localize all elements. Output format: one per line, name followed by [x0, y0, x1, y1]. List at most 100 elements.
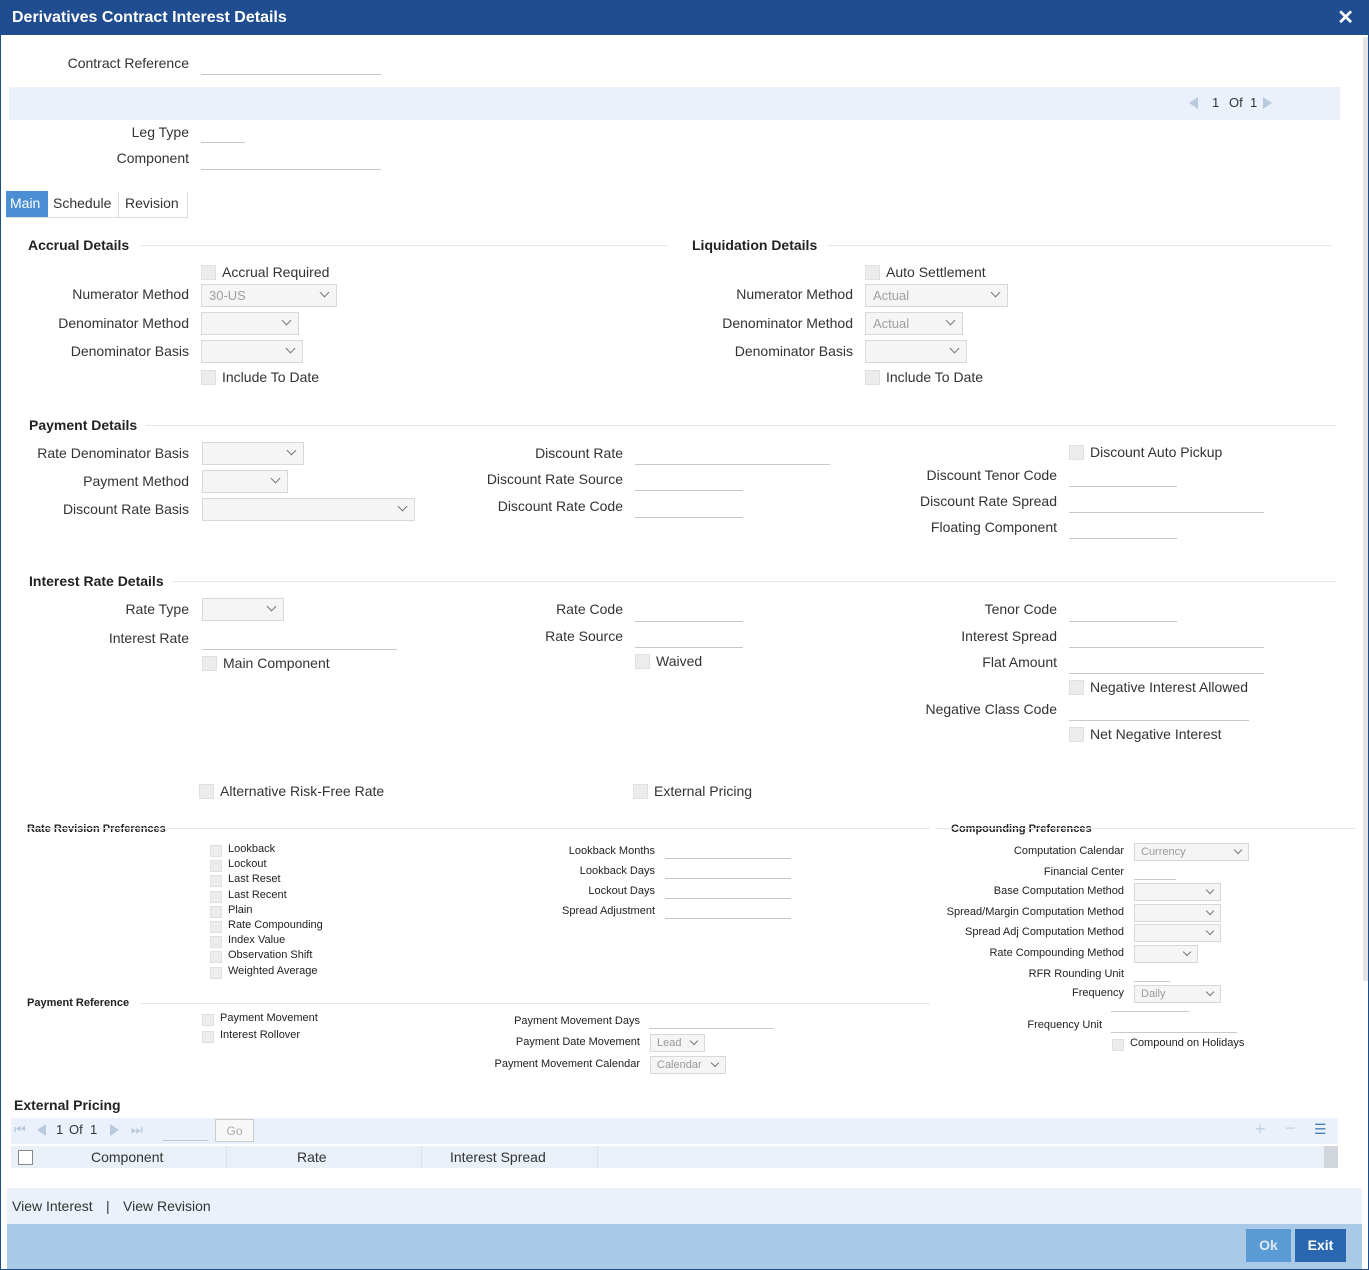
rfr-rounding-unit-input[interactable]: [1134, 981, 1170, 982]
lookback-checkbox[interactable]: [210, 845, 222, 857]
frequency-value-input[interactable]: [1111, 1011, 1189, 1012]
discount-rate-basis-select[interactable]: [202, 498, 415, 521]
plain-checkbox[interactable]: [210, 906, 222, 918]
payment-movement-days-input[interactable]: [649, 1028, 774, 1029]
column-list-icon[interactable]: ☰: [1314, 1121, 1327, 1138]
liquidation-denominator-method-select[interactable]: Actual: [865, 312, 963, 335]
negative-interest-allowed-checkbox[interactable]: [1069, 680, 1084, 695]
liquidation-denominator-basis-select[interactable]: [865, 340, 967, 363]
component-input[interactable]: [201, 169, 381, 170]
frequency-unit-input[interactable]: [1111, 1032, 1237, 1033]
vertical-scrollbar[interactable]: [1363, 37, 1368, 981]
interest-rollover-checkbox[interactable]: [202, 1031, 214, 1043]
ok-button[interactable]: Ok: [1246, 1229, 1291, 1262]
tab-main[interactable]: Main: [6, 191, 48, 217]
discount-auto-pickup-checkbox[interactable]: [1069, 445, 1084, 460]
compound-on-holidays-label: Compound on Holidays: [1130, 1037, 1245, 1049]
contract-reference-input[interactable]: [201, 74, 381, 75]
column-header-rate[interactable]: Rate: [297, 1149, 327, 1165]
go-button[interactable]: Go: [215, 1119, 254, 1142]
chevron-down-icon: [689, 1036, 699, 1046]
external-pricing-checkbox[interactable]: [633, 784, 648, 799]
rate-type-select[interactable]: [202, 598, 284, 621]
previous-page-icon[interactable]: [37, 1124, 46, 1136]
rate-denominator-basis-label: Rate Denominator Basis: [37, 445, 189, 461]
view-revision-link[interactable]: View Revision: [123, 1198, 211, 1214]
accrual-include-to-date-checkbox[interactable]: [201, 370, 216, 385]
waived-checkbox[interactable]: [635, 654, 650, 669]
frequency-select[interactable]: Daily: [1134, 985, 1221, 1003]
grid-scrollbar[interactable]: [1324, 1146, 1338, 1168]
negative-class-code-input[interactable]: [1069, 720, 1249, 721]
next-record-icon[interactable]: [1263, 97, 1272, 109]
payment-date-movement-select[interactable]: Lead: [650, 1034, 705, 1052]
rfr-rounding-unit-label: RFR Rounding Unit: [1028, 968, 1124, 980]
discount-rate-input[interactable]: [635, 464, 830, 465]
last-recent-checkbox[interactable]: [210, 891, 222, 903]
observation-shift-checkbox[interactable]: [210, 951, 222, 963]
spread-margin-method-select[interactable]: [1134, 904, 1221, 922]
discount-tenor-code-input[interactable]: [1069, 486, 1177, 487]
accrual-denominator-method-select[interactable]: [201, 312, 299, 335]
window-title: Derivatives Contract Interest Details: [12, 9, 287, 26]
computation-calendar-select[interactable]: Currency: [1134, 843, 1249, 861]
previous-record-icon[interactable]: [1189, 97, 1198, 109]
accrual-numerator-method-select[interactable]: 30-US: [201, 284, 337, 307]
base-computation-method-select[interactable]: [1134, 883, 1221, 901]
weighted-average-checkbox[interactable]: [210, 967, 222, 979]
lookback-months-input[interactable]: [665, 858, 791, 859]
add-row-icon[interactable]: +: [1255, 1119, 1266, 1140]
liquidation-include-to-date-checkbox[interactable]: [865, 370, 880, 385]
view-interest-link[interactable]: View Interest: [12, 1198, 93, 1214]
remove-row-icon[interactable]: −: [1285, 1118, 1296, 1139]
financial-center-input[interactable]: [1134, 879, 1176, 880]
tab-schedule[interactable]: Schedule: [49, 191, 119, 217]
exit-button[interactable]: Exit: [1295, 1229, 1346, 1262]
rate-denominator-basis-select[interactable]: [202, 442, 304, 465]
auto-settlement-checkbox[interactable]: [865, 265, 880, 280]
accrual-denominator-basis-select[interactable]: [201, 340, 303, 363]
flat-amount-input[interactable]: [1069, 673, 1264, 674]
column-header-component[interactable]: Component: [91, 1149, 163, 1165]
liquidation-numerator-method-select[interactable]: Actual: [865, 284, 1008, 307]
floating-component-input[interactable]: [1069, 538, 1177, 539]
alternative-rfr-checkbox[interactable]: [199, 784, 214, 799]
net-negative-interest-checkbox[interactable]: [1069, 727, 1084, 742]
payment-movement-calendar-select[interactable]: Calendar: [650, 1056, 726, 1074]
page-number-input[interactable]: [163, 1140, 208, 1141]
next-page-icon[interactable]: [110, 1124, 119, 1136]
chevron-down-icon: [945, 315, 956, 326]
discount-rate-source-input[interactable]: [635, 490, 743, 491]
rate-compounding-method-select[interactable]: [1134, 945, 1198, 963]
rate-code-input[interactable]: [635, 621, 743, 622]
payment-movement-checkbox[interactable]: [202, 1014, 214, 1026]
pager-current: 1: [1212, 95, 1220, 110]
discount-rate-code-input[interactable]: [635, 517, 743, 518]
tenor-code-input[interactable]: [1069, 621, 1177, 622]
leg-type-input[interactable]: [201, 142, 245, 143]
main-component-checkbox[interactable]: [202, 656, 217, 671]
lookback-label: Lookback: [228, 843, 276, 855]
column-header-interest-spread[interactable]: Interest Spread: [450, 1149, 546, 1165]
spread-adj-method-select[interactable]: [1134, 924, 1221, 942]
rate-source-input[interactable]: [635, 647, 743, 648]
payment-method-select[interactable]: [202, 470, 288, 493]
chevron-down-icon: [285, 343, 296, 354]
spread-adjustment-input[interactable]: [665, 918, 791, 919]
interest-rate-input[interactable]: [202, 649, 397, 650]
lockout-checkbox[interactable]: [210, 860, 222, 872]
discount-rate-spread-input[interactable]: [1069, 512, 1264, 513]
lockout-days-input[interactable]: [665, 898, 791, 899]
first-page-icon[interactable]: ⏮: [14, 1122, 26, 1138]
compound-on-holidays-checkbox[interactable]: [1112, 1039, 1124, 1051]
last-page-icon[interactable]: ⏭: [131, 1122, 143, 1138]
last-reset-checkbox[interactable]: [210, 875, 222, 887]
accrual-required-checkbox[interactable]: [201, 265, 216, 280]
index-value-checkbox[interactable]: [210, 936, 222, 948]
tab-revision[interactable]: Revision: [121, 191, 189, 217]
close-icon[interactable]: ✕: [1337, 5, 1354, 30]
rate-compounding-checkbox[interactable]: [210, 921, 222, 933]
interest-spread-input[interactable]: [1069, 647, 1264, 648]
select-all-checkbox[interactable]: [18, 1150, 33, 1165]
lookback-days-input[interactable]: [665, 878, 791, 879]
